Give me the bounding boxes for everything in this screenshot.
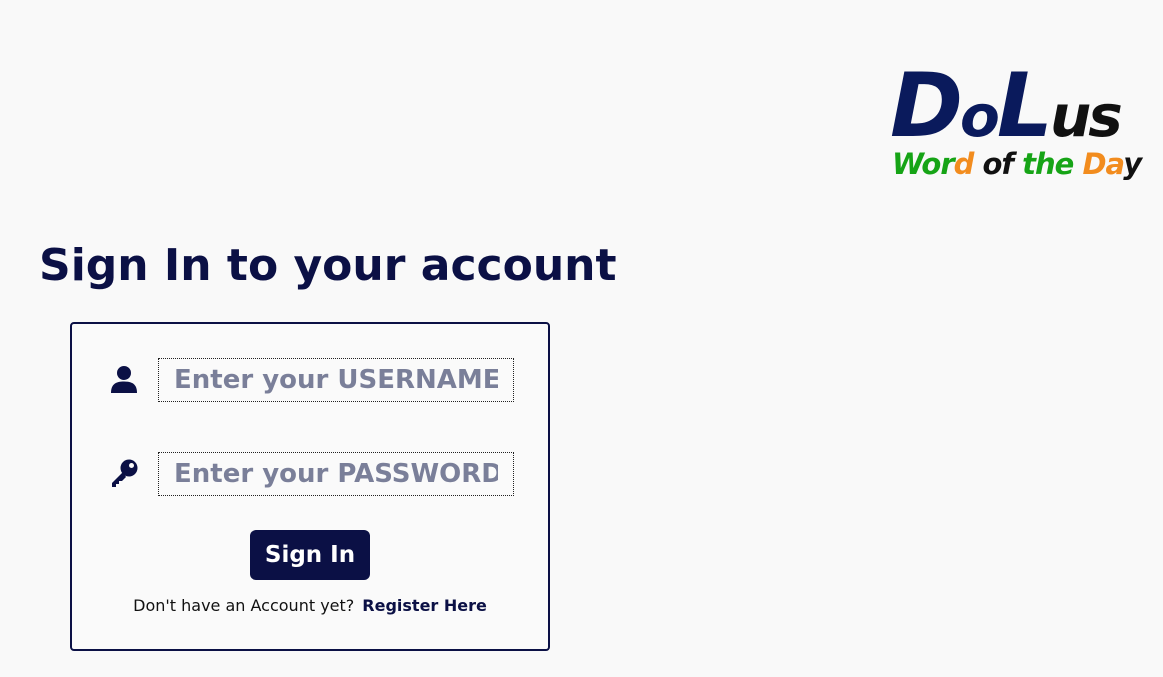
- logo-wordmark: DoLus: [890, 62, 1123, 150]
- tagline-part: y: [1123, 147, 1142, 181]
- password-input[interactable]: [158, 452, 514, 496]
- register-link[interactable]: Register Here: [362, 596, 487, 615]
- register-prompt: Don't have an Account yet?: [133, 596, 355, 615]
- register-prompt-line: Don't have an Account yet? Register Here: [72, 596, 548, 615]
- logo-letter: L: [996, 54, 1053, 157]
- logo-letter: us: [1049, 82, 1123, 150]
- login-form: Sign In Don't have an Account yet? Regist…: [70, 322, 550, 651]
- page-title: Sign In to your account: [39, 240, 617, 291]
- tagline-part: d: [953, 147, 975, 181]
- logo-letter: o: [960, 82, 1000, 150]
- sign-in-button[interactable]: Sign In: [250, 530, 370, 580]
- tagline-part: of: [973, 147, 1023, 181]
- tagline-part: W: [892, 147, 922, 181]
- tagline-part: or: [921, 147, 954, 181]
- brand-logo: DoLus Word of the Day: [890, 62, 1142, 192]
- tagline-part: Da: [1082, 147, 1124, 181]
- password-row: [102, 452, 522, 496]
- key-icon: [112, 459, 138, 487]
- logo-letter: D: [890, 54, 963, 157]
- logo-tagline: Word of the Day: [892, 147, 1142, 181]
- tagline-part: the: [1022, 147, 1074, 181]
- user-icon: [111, 366, 137, 393]
- username-row: [102, 358, 522, 402]
- username-input[interactable]: [158, 358, 514, 402]
